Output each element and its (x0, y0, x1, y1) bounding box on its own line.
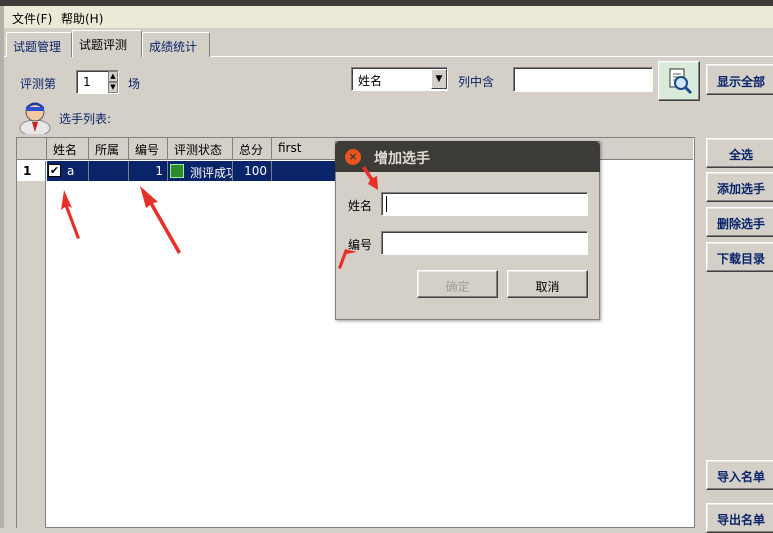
annotation-arrows-icon (61, 166, 378, 269)
tab-question-evaluation[interactable]: 试题评测 (72, 30, 142, 57)
